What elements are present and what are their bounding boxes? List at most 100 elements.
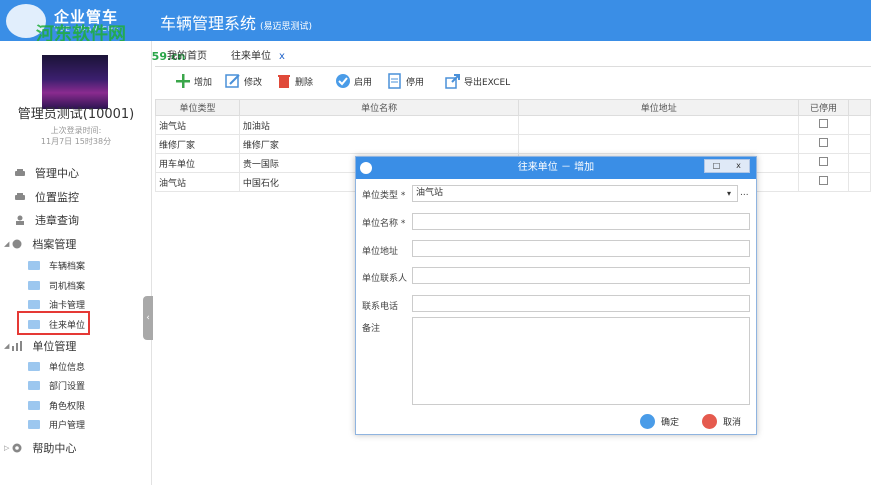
column-header-address[interactable]: 单位地址 bbox=[518, 99, 800, 116]
ok-label: 确定 bbox=[661, 418, 680, 428]
cell-disabled bbox=[798, 115, 850, 135]
check-circle-icon bbox=[335, 73, 351, 89]
expand-arrow-icon: ◢ bbox=[4, 240, 10, 248]
dialog-window-buttons: □ x bbox=[704, 159, 750, 173]
tab-close-icon[interactable]: x bbox=[279, 51, 285, 62]
toolbar: 增加 修改 删除 启用 停用 导出EXCEL bbox=[155, 69, 871, 95]
add-unit-dialog: 往来单位 － 增加 □ x 单位类型 * 油气站 ▾ ... 单位名称 * 单位… bbox=[355, 156, 757, 435]
folder-icon bbox=[28, 260, 40, 270]
sidebar-item-vehicle-archive[interactable]: 车辆档案 bbox=[28, 255, 85, 275]
tab-partner-units[interactable]: 往来单位 x bbox=[231, 47, 285, 62]
sidebar-item-archive-management[interactable]: ◢ 档案管理 bbox=[4, 234, 76, 254]
cell-address bbox=[518, 134, 800, 154]
column-header-name[interactable]: 单位名称 bbox=[238, 99, 520, 116]
sidebar-item-label: 帮助中心 bbox=[32, 442, 77, 455]
edit-button[interactable]: 修改 bbox=[225, 73, 262, 89]
unit-address-input[interactable] bbox=[412, 240, 750, 257]
cancel-button[interactable]: 取消 bbox=[702, 414, 741, 429]
folder-icon bbox=[28, 280, 40, 290]
cell-disabled bbox=[798, 153, 850, 173]
sidebar-item-label: 司机档案 bbox=[49, 281, 86, 292]
cell-type: 油气站 bbox=[155, 172, 240, 192]
table-row[interactable]: 油气站 加油站 bbox=[155, 115, 871, 135]
cell-type: 油气站 bbox=[155, 115, 240, 135]
expand-arrow-icon: ◢ bbox=[4, 342, 10, 350]
add-button[interactable]: 增加 bbox=[175, 73, 212, 89]
cell-disabled bbox=[798, 134, 850, 154]
cell-name: 维修厂家 bbox=[238, 134, 520, 154]
sidebar-item-label: 车辆档案 bbox=[49, 261, 86, 272]
unit-type-select[interactable]: 油气站 ▾ bbox=[412, 185, 738, 202]
column-header-spacer bbox=[848, 99, 871, 116]
tab-label: 往来单位 bbox=[231, 51, 271, 62]
cell-type: 维修厂家 bbox=[155, 134, 240, 154]
avatar bbox=[42, 55, 108, 109]
disabled-checkbox[interactable] bbox=[819, 176, 829, 185]
folder-icon bbox=[28, 419, 40, 429]
remark-textarea[interactable] bbox=[412, 317, 750, 405]
unit-name-input[interactable] bbox=[412, 213, 750, 230]
export-excel-button[interactable]: 导出EXCEL bbox=[445, 73, 510, 89]
tab-home[interactable]: 我的首页 bbox=[167, 47, 207, 62]
sidebar-item-unit-info[interactable]: 单位信息 bbox=[28, 356, 85, 376]
unit-contact-input[interactable] bbox=[412, 267, 750, 284]
type-browse-button[interactable]: ... bbox=[740, 188, 749, 198]
column-header-type[interactable]: 单位类型 bbox=[155, 99, 240, 116]
required-mark: * bbox=[400, 219, 406, 229]
add-label: 增加 bbox=[194, 77, 213, 88]
disable-label: 停用 bbox=[406, 77, 425, 88]
delete-button[interactable]: 删除 bbox=[276, 73, 313, 89]
sidebar-item-violation-query[interactable]: 违章查询 bbox=[14, 210, 79, 230]
sidebar-item-label: 单位管理 bbox=[32, 340, 77, 353]
chevron-down-icon[interactable]: ▾ bbox=[727, 186, 731, 201]
folder-icon bbox=[28, 380, 40, 390]
restore-button[interactable]: □ bbox=[705, 160, 728, 172]
sidebar-item-label: 档案管理 bbox=[32, 238, 77, 251]
collapse-arrow-icon: ▷ bbox=[4, 444, 10, 452]
dialog-title-bar[interactable]: 往来单位 － 增加 □ x bbox=[356, 157, 756, 179]
disabled-checkbox[interactable] bbox=[819, 157, 829, 166]
type-label: 单位类型 * bbox=[362, 188, 405, 201]
column-header-disabled[interactable]: 已停用 bbox=[798, 99, 850, 116]
sidebar-collapse-handle[interactable]: ‹ bbox=[143, 296, 153, 340]
table-row[interactable]: 维修厂家 维修厂家 bbox=[155, 134, 871, 154]
trash-icon bbox=[276, 73, 292, 89]
enable-button[interactable]: 启用 bbox=[335, 73, 372, 89]
check-circle-icon bbox=[640, 414, 655, 429]
phone-input[interactable] bbox=[412, 295, 750, 312]
table-header-row: 单位类型 单位名称 单位地址 已停用 bbox=[155, 99, 871, 116]
sidebar-item-label: 油卡管理 bbox=[49, 300, 86, 311]
sidebar-item-role-permissions[interactable]: 角色权限 bbox=[28, 395, 85, 415]
disabled-checkbox[interactable] bbox=[819, 119, 829, 128]
user-name: 管理员测试(10001) bbox=[17, 107, 135, 122]
undo-icon bbox=[702, 414, 717, 429]
close-button[interactable]: x bbox=[727, 160, 750, 172]
name-label: 单位名称 * bbox=[362, 216, 405, 229]
sidebar-item-department-settings[interactable]: 部门设置 bbox=[28, 375, 85, 395]
ok-button[interactable]: 确定 bbox=[640, 414, 679, 429]
enable-label: 启用 bbox=[354, 77, 373, 88]
sidebar-item-help-center[interactable]: ▷ 帮助中心 bbox=[4, 438, 76, 458]
disable-button[interactable]: 停用 bbox=[387, 73, 424, 89]
sidebar-item-user-management[interactable]: 用户管理 bbox=[28, 414, 85, 434]
sidebar-item-location-monitor[interactable]: 位置监控 bbox=[14, 187, 79, 207]
sidebar-item-unit-management[interactable]: ◢ 单位管理 bbox=[4, 336, 76, 356]
unit-type-value: 油气站 bbox=[416, 188, 444, 198]
last-login-time: 11月7日 15时38分 bbox=[40, 137, 112, 146]
person-icon bbox=[14, 215, 26, 225]
document-icon bbox=[387, 73, 403, 89]
system-title: 车辆管理系统 (易迈思测试) bbox=[160, 10, 312, 34]
sidebar-item-label: 违章查询 bbox=[35, 214, 79, 227]
cell-address bbox=[518, 115, 800, 135]
remark-label: 备注 bbox=[362, 324, 381, 334]
archive-icon bbox=[11, 239, 23, 249]
selection-highlight-box bbox=[17, 311, 90, 335]
sidebar-item-management-center[interactable]: 管理中心 bbox=[14, 163, 79, 183]
disabled-checkbox[interactable] bbox=[819, 138, 829, 147]
sidebar-item-driver-archive[interactable]: 司机档案 bbox=[28, 275, 85, 295]
system-title-text: 车辆管理系统 bbox=[160, 14, 257, 33]
sidebar-item-label: 角色权限 bbox=[49, 401, 86, 412]
cell-spacer bbox=[848, 153, 871, 173]
car-icon bbox=[14, 192, 26, 202]
gear-icon bbox=[11, 443, 23, 453]
